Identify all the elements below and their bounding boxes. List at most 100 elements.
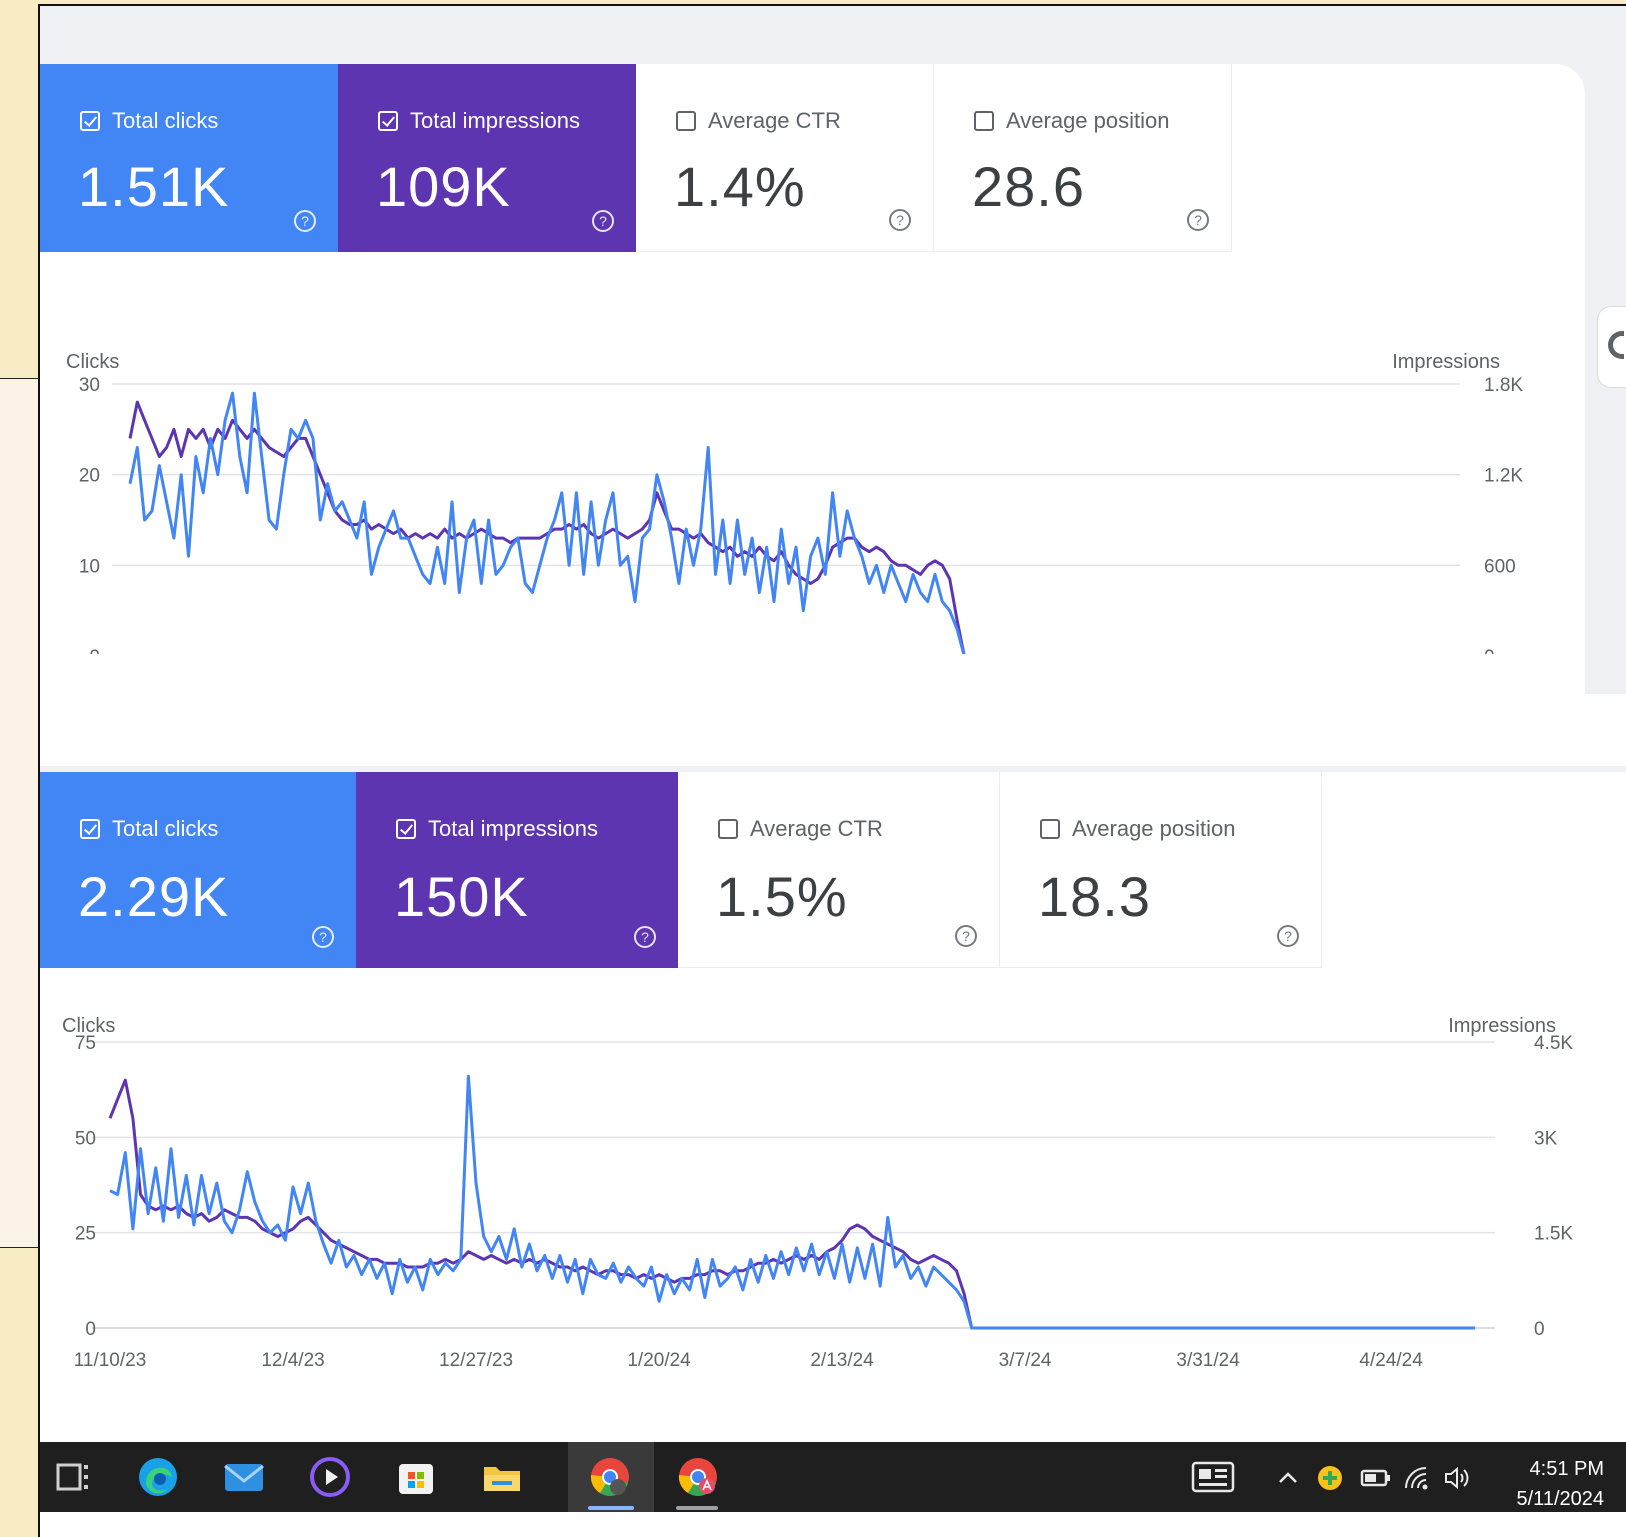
store-icon[interactable] <box>394 1455 438 1499</box>
chrome-icon[interactable] <box>588 1455 632 1499</box>
series-clicks-line <box>128 391 966 654</box>
y-tick-label-left: 0 <box>89 647 100 654</box>
y-tick-label-right: 0 <box>1484 647 1495 654</box>
vpn-icon[interactable] <box>1316 1464 1344 1492</box>
performance-chart-top: ClicksImpressions0010600201.2K301.8K11/1… <box>66 351 1523 654</box>
checkbox-checked-icon[interactable] <box>80 819 100 839</box>
x-tick-label: 3/7/24 <box>999 1350 1052 1371</box>
y-axis-label-right: Impressions <box>1392 351 1500 373</box>
metric-label: Total clicks <box>112 816 219 841</box>
help-icon[interactable]: ? <box>634 926 656 948</box>
windows-taskbar: 4:51 PM 5/11/2024 <box>40 1442 1626 1512</box>
screen-bottom-strip <box>40 1512 1626 1537</box>
metric-tiles-top: Total clicks 1.51K ? Total impressions 1… <box>40 64 1232 252</box>
mail-icon[interactable] <box>222 1455 266 1499</box>
y-tick-label-right: 0 <box>1534 1319 1545 1340</box>
chevron-up-icon[interactable] <box>1276 1466 1300 1490</box>
metric-tile-average-position[interactable]: Average position 28.6 ? <box>934 64 1232 252</box>
y-tick-label-right: 1.5K <box>1534 1224 1573 1245</box>
metric-label: Average position <box>1072 816 1236 841</box>
x-tick-label: 3/31/24 <box>1176 1350 1240 1371</box>
panel-top-background: Total clicks 1.51K ? Total impressions 1… <box>40 6 1626 704</box>
x-tick-label: 12/4/23 <box>261 1350 324 1371</box>
x-tick-label: 4/24/24 <box>1359 1350 1423 1371</box>
y-tick-label-left: 10 <box>79 556 100 577</box>
task-view-icon[interactable] <box>52 1455 96 1499</box>
checkbox-checked-icon[interactable] <box>396 819 416 839</box>
metric-tiles-bottom: Total clicks 2.29K ? Total impressions 1… <box>40 772 1322 968</box>
volume-icon[interactable] <box>1442 1464 1472 1492</box>
y-tick-label-left: 75 <box>75 1033 96 1054</box>
help-icon[interactable]: ? <box>955 925 977 947</box>
metric-tile-total-impressions[interactable]: Total impressions 150K ? <box>356 772 678 968</box>
y-tick-label-left: 0 <box>85 1319 96 1340</box>
y-tick-label-left: 30 <box>79 375 100 396</box>
metric-label: Total impressions <box>428 816 598 841</box>
metric-value: 1.4% <box>674 155 806 218</box>
metric-value: 109K <box>376 155 511 218</box>
file-explorer-icon[interactable] <box>480 1455 524 1499</box>
performance-card-top: Total clicks 1.51K ? Total impressions 1… <box>40 64 1585 704</box>
y-tick-label-right: 1.2K <box>1484 466 1523 487</box>
metric-value: 2.29K <box>78 865 230 928</box>
system-tray: 4:51 PM 5/11/2024 <box>1190 1442 1626 1512</box>
metric-value: 1.51K <box>78 155 230 218</box>
checkbox-unchecked-icon[interactable] <box>1040 819 1060 839</box>
background-window-edge <box>0 378 38 1248</box>
help-icon[interactable]: ? <box>294 210 316 232</box>
metric-label: Average position <box>1006 108 1170 133</box>
y-tick-label-left: 50 <box>75 1128 96 1149</box>
y-tick-label-left: 20 <box>79 466 100 487</box>
checkbox-checked-icon[interactable] <box>80 111 100 131</box>
edge-icon[interactable] <box>136 1455 180 1499</box>
performance-card-bottom: Total clicks 2.29K ? Total impressions 1… <box>40 772 1626 1446</box>
metric-value: 1.5% <box>716 865 848 928</box>
metric-tile-total-impressions[interactable]: Total impressions 109K ? <box>338 64 636 252</box>
metric-tile-average-ctr[interactable]: Average CTR 1.4% ? <box>636 64 934 252</box>
battery-icon[interactable] <box>1360 1468 1392 1488</box>
panel-bottom-background: Total clicks 2.29K ? Total impressions 1… <box>40 766 1626 1446</box>
help-icon[interactable]: ? <box>592 210 614 232</box>
wifi-icon[interactable] <box>1402 1464 1432 1492</box>
y-tick-label-left: 25 <box>75 1224 96 1245</box>
x-tick-label: 2/13/24 <box>810 1350 874 1371</box>
metric-value: 18.3 <box>1038 865 1151 928</box>
series-impressions-line <box>128 400 966 654</box>
checkbox-checked-icon[interactable] <box>378 111 398 131</box>
series-impressions-line <box>108 1078 1475 1330</box>
side-panel-toggle-icon[interactable] <box>1597 306 1626 388</box>
help-icon[interactable]: ? <box>1277 925 1299 947</box>
metric-tile-average-position[interactable]: Average position 18.3 ? <box>1000 772 1322 968</box>
media-player-icon[interactable] <box>308 1455 352 1499</box>
metric-value: 28.6 <box>972 155 1085 218</box>
chart-bottom: Clicks Impressions 0 0 25 1.5K 50 3K 75 4.5K 11/10… <box>40 1008 1626 1388</box>
metric-tile-average-ctr[interactable]: Average CTR 1.5% ? <box>678 772 1000 968</box>
metric-label: Total clicks <box>112 108 219 133</box>
x-tick-label: 11/10/23 <box>74 1350 147 1371</box>
metric-label: Average CTR <box>708 108 841 133</box>
clock-time: 4:51 PM <box>1529 1458 1604 1480</box>
checkbox-unchecked-icon[interactable] <box>676 111 696 131</box>
x-tick-label: 12/27/23 <box>439 1350 513 1371</box>
help-icon[interactable]: ? <box>1187 209 1209 231</box>
performance-chart-bottom: Clicks Impressions0 025 1.5K50 3K75 4.5K11/10… <box>62 1015 1573 1371</box>
help-icon[interactable]: ? <box>889 209 911 231</box>
checkbox-unchecked-icon[interactable] <box>974 111 994 131</box>
metric-value: 150K <box>394 865 529 928</box>
taskbar-running-indicator <box>588 1506 634 1510</box>
y-tick-label-right: 600 <box>1484 556 1516 577</box>
y-tick-label-right: 1.8K <box>1484 375 1523 396</box>
taskbar-clock[interactable]: 4:51 PM 5/11/2024 <box>1517 1454 1605 1514</box>
metric-label: Average CTR <box>750 816 883 841</box>
taskbar-running-indicator <box>676 1506 718 1510</box>
checkbox-unchecked-icon[interactable] <box>718 819 738 839</box>
x-tick-label: 1/20/24 <box>627 1350 691 1371</box>
metric-tile-total-clicks[interactable]: Total clicks 2.29K ? <box>40 772 356 968</box>
chrome-profile-icon[interactable] <box>676 1455 720 1499</box>
y-tick-label-right: 3K <box>1534 1128 1558 1149</box>
news-icon[interactable] <box>1190 1460 1236 1494</box>
clock-date: 5/11/2024 <box>1516 1488 1605 1510</box>
metric-tile-total-clicks[interactable]: Total clicks 1.51K ? <box>40 64 338 252</box>
screenshot-frame: Total clicks 1.51K ? Total impressions 1… <box>38 4 1626 1537</box>
help-icon[interactable]: ? <box>312 926 334 948</box>
